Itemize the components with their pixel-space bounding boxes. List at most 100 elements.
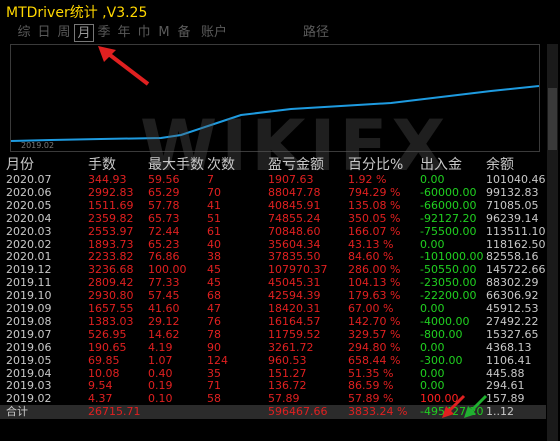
cell-flow: 0.00 xyxy=(420,379,445,393)
tab-magic[interactable]: M xyxy=(154,24,174,42)
cell-lots: 2930.80 xyxy=(88,289,134,303)
cell-month: 2020.02 xyxy=(6,237,52,251)
cell-pnl: 3261.72 xyxy=(268,340,314,354)
cell-month: 2019.03 xyxy=(6,379,52,393)
cell-count: 61 xyxy=(207,224,221,238)
cell-max-lots: 65.73 xyxy=(148,211,180,225)
cell-balance: 99132.83 xyxy=(486,185,539,199)
cell-month: 2019.07 xyxy=(6,327,52,341)
cell-pnl: 136.72 xyxy=(268,379,307,393)
cell-percent: 350.05 % xyxy=(348,211,401,225)
cell-percent: 1.92 % xyxy=(348,173,387,186)
scrollbar-thumb[interactable] xyxy=(548,88,557,150)
cell-month: 2020.01 xyxy=(6,250,52,264)
table-row: 2019.05 69.85 1.07 124 960.53 658.44 % -300.00… xyxy=(0,354,546,367)
cell-count: 47 xyxy=(207,302,221,315)
cell-max-lots: 77.33 xyxy=(148,276,180,290)
cell-percent: 179.63 % xyxy=(348,289,401,303)
tab-spacer xyxy=(234,24,296,42)
cell-pnl: 107970.37 xyxy=(268,263,328,277)
cell-month: 2020.04 xyxy=(6,211,52,225)
cell-max-lots: 100.00 xyxy=(148,263,187,277)
cell-pnl: 37835.50 xyxy=(268,250,321,264)
tab-summary[interactable]: 综 xyxy=(14,24,34,42)
col-header-percent: 百分比% xyxy=(348,157,404,173)
cell-balance: 96239.14 xyxy=(486,211,539,225)
col-header-flow: 出入金 xyxy=(420,157,462,173)
cell-balance: 27492.22 xyxy=(486,314,539,328)
tab-symbol[interactable]: 巾 xyxy=(134,24,154,42)
cell-max-lots: 0.10 xyxy=(148,392,173,406)
table-row: 2020.05 1511.69 57.78 41 40845.91 135.08 % -66… xyxy=(0,199,546,212)
cell-percent: 67.00 % xyxy=(348,302,394,315)
cell-pnl: 1907.63 xyxy=(268,173,314,186)
cell-flow: 0.00 xyxy=(420,237,445,251)
cell-lots: 69.85 xyxy=(88,353,120,367)
cell-flow: -92127.20 xyxy=(420,211,477,225)
tab-year[interactable]: 年 xyxy=(114,24,134,42)
cell-balance: 82558.16 xyxy=(486,250,539,264)
cell-percent: 104.13 % xyxy=(348,276,401,290)
table-row: 2019.10 2930.80 57.45 68 42594.39 179.63 % -22… xyxy=(0,289,546,302)
cell-count: 76 xyxy=(207,314,221,328)
cell-lots: 10.08 xyxy=(88,366,120,380)
cell-month: 2019.05 xyxy=(6,353,52,367)
tab-note[interactable]: 备 xyxy=(174,24,194,42)
tab-month[interactable]: 月 xyxy=(74,24,94,42)
cell-max-lots: 57.78 xyxy=(148,198,180,212)
total-cell-month: 合计 xyxy=(6,405,28,419)
table-row: 2020.04 2359.82 65.73 51 74855.24 350.05 % -92… xyxy=(0,212,546,225)
tab-path[interactable]: 路径 xyxy=(296,24,336,42)
table-row: 2020.03 2553.97 72.44 61 70848.60 166.07 % -75… xyxy=(0,225,546,238)
tab-day[interactable]: 日 xyxy=(34,24,54,42)
cell-count: 41 xyxy=(207,198,221,212)
cell-flow: 0.00 xyxy=(420,173,445,186)
cell-percent: 166.07 % xyxy=(348,224,401,238)
cell-count: 124 xyxy=(207,353,228,367)
cell-flow: -101000.00 xyxy=(420,250,484,264)
cell-count: 58 xyxy=(207,392,221,406)
cell-max-lots: 4.19 xyxy=(148,340,173,354)
table-row: 2019.09 1657.55 41.60 47 18420.31 67.00 % 0.00… xyxy=(0,302,546,315)
cell-lots: 1383.03 xyxy=(88,314,134,328)
cell-month: 2020.07 xyxy=(6,173,52,186)
balance-line-chart xyxy=(11,85,539,142)
total-cell-percent: 3833.24 % xyxy=(348,405,408,419)
cell-flow: 0.00 xyxy=(420,302,445,315)
tab-account[interactable]: 账户 xyxy=(194,24,234,42)
cell-percent: 57.89 % xyxy=(348,392,394,406)
table-row: 2020.07 344.93 59.56 7 1907.63 1.92 % 0.00 1010… xyxy=(0,173,546,186)
col-header-count: 次数 xyxy=(207,157,235,173)
tab-quarter[interactable]: 季 xyxy=(94,24,114,42)
cell-pnl: 16164.57 xyxy=(268,314,321,328)
cell-max-lots: 14.62 xyxy=(148,327,180,341)
cell-flow: -66000.00 xyxy=(420,198,477,212)
red-arrow-icon xyxy=(98,46,150,86)
cell-balance: 71085.05 xyxy=(486,198,539,212)
table-row: 2020.01 2233.82 76.86 38 37835.50 84.60 % -101… xyxy=(0,250,546,263)
cell-lots: 2233.82 xyxy=(88,250,134,264)
cell-month: 2020.05 xyxy=(6,198,52,212)
cell-balance: 88302.29 xyxy=(486,276,539,290)
cell-balance: 445.88 xyxy=(486,366,525,380)
cell-flow: -300.00 xyxy=(420,353,463,367)
cell-balance: 145722.66 xyxy=(486,263,546,277)
cell-count: 90 xyxy=(207,340,221,354)
cell-lots: 190.65 xyxy=(88,340,127,354)
cell-balance: 1106.41 xyxy=(486,353,532,367)
cell-max-lots: 76.86 xyxy=(148,250,180,264)
cell-flow: 0.00 xyxy=(420,340,445,354)
cell-max-lots: 59.56 xyxy=(148,173,180,186)
tab-week[interactable]: 周 xyxy=(54,24,74,42)
cell-lots: 344.93 xyxy=(88,173,127,186)
col-header-lots: 手数 xyxy=(88,157,116,173)
cell-pnl: 74855.24 xyxy=(268,211,321,225)
cell-max-lots: 0.40 xyxy=(148,366,173,380)
total-cell-balance: 1..12 xyxy=(486,405,514,419)
cell-balance: 294.61 xyxy=(486,379,525,393)
cell-max-lots: 1.07 xyxy=(148,353,173,367)
total-cell-lots: 26715.71 xyxy=(88,405,141,419)
table-row: 2020.02 1893.73 65.23 40 35604.34 43.13 % 0.00… xyxy=(0,238,546,251)
period-tabs: 综 日 周 月 季 年 巾 M 备 账户 路径 xyxy=(14,24,336,42)
cell-percent: 135.08 % xyxy=(348,198,401,212)
